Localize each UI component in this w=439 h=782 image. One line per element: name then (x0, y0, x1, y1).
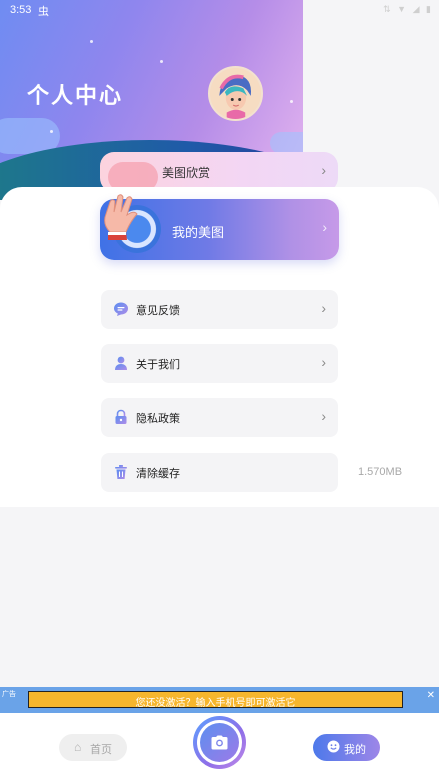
star-decoration (90, 40, 93, 43)
battery-icon: ▮ (426, 4, 433, 14)
status-time: 3:53 (10, 4, 32, 16)
ad-banner[interactable]: 广告 您还没激活？输入手机号即可激活它 ✕ (0, 687, 439, 713)
menu-item-label: 清除缓存 (136, 468, 180, 480)
user-icon (115, 356, 127, 370)
menu-item-label: 意见反馈 (136, 305, 180, 317)
chevron-right-icon: › (321, 162, 326, 178)
star-decoration (290, 100, 293, 103)
star-decoration (160, 60, 163, 63)
menu-item-feedback[interactable]: 意见反馈 › (101, 290, 338, 329)
chevron-right-icon: › (321, 408, 326, 424)
ad-content[interactable]: 您还没激活？输入手机号即可激活它 (28, 691, 403, 709)
ad-tag: 广告 (2, 691, 16, 698)
status-icons: ⇅ ▼ ◢ ▮ (383, 4, 433, 15)
menu-item-label: 关于我们 (136, 359, 180, 371)
smile-icon (327, 740, 340, 753)
camera-button-ring (197, 720, 242, 765)
camera-button-core (200, 723, 239, 762)
data-icon: ⇅ (383, 4, 393, 14)
ad-text: 您还没激活？输入手机号即可激活它 (135, 698, 296, 709)
nav-home-button[interactable]: ⌂ 首页 (59, 734, 127, 761)
menu-item-label: 隐私政策 (136, 413, 180, 425)
close-icon[interactable]: ✕ (427, 690, 435, 701)
signal-icon: ◢ (412, 4, 422, 14)
page-title: 个人中心 (27, 83, 124, 108)
nav-home-label: 首页 (90, 744, 112, 756)
status-bar: 3:53 虫 ⇅ ▼ ◢ ▮ (0, 0, 439, 20)
chevron-right-icon: › (321, 354, 326, 370)
menu-item-clear-cache[interactable]: 清除缓存 (101, 453, 338, 492)
menu-item-about[interactable]: 关于我们 › (101, 344, 338, 383)
cloud-decoration (270, 132, 303, 154)
chat-bubble-icon (114, 302, 128, 316)
star-decoration (50, 130, 53, 133)
avatar[interactable] (208, 66, 263, 121)
bottom-nav: ⌂ 首页 我的 (0, 713, 439, 782)
chevron-right-icon: › (322, 219, 327, 235)
wifi-icon: ▼ (397, 4, 409, 14)
debug-icon: 虫 (38, 6, 49, 18)
tab-gallery-label: 美图欣赏 (162, 166, 211, 180)
avatar-illustration (210, 68, 261, 119)
menu-item-privacy[interactable]: 隐私政策 › (101, 398, 338, 437)
tab-my-pictures-label: 我的美图 (172, 225, 225, 240)
home-icon: ⌂ (74, 740, 82, 754)
camera-button[interactable] (193, 716, 246, 769)
lock-icon (115, 409, 127, 424)
nav-mine-label: 我的 (344, 744, 366, 756)
ok-hand-icon (104, 194, 138, 240)
nav-mine-button[interactable]: 我的 (313, 734, 380, 761)
chevron-right-icon: › (321, 300, 326, 316)
camera-icon (211, 735, 228, 750)
cache-size-value: 1.570MB (358, 466, 403, 478)
trash-icon (115, 465, 127, 479)
